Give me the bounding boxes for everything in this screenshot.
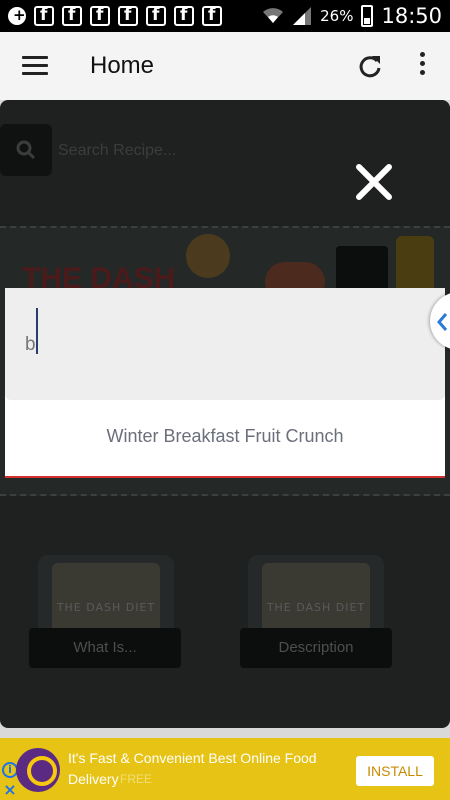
card-image-text: THE DASH DIET xyxy=(56,601,156,614)
ad-banner[interactable]: i × It's Fast & Convenient Best Online F… xyxy=(0,738,450,800)
search-suggestion[interactable]: Winter Breakfast Fruit Crunch xyxy=(5,426,445,447)
facebook-notification-icon xyxy=(90,5,110,26)
facebook-notification-icon xyxy=(146,5,166,26)
facebook-notification-icon xyxy=(62,5,82,26)
search-query-value: b xyxy=(25,334,36,355)
plus-notification-icon xyxy=(8,6,26,25)
clock: 18:50 xyxy=(381,4,442,28)
ad-subtitle: FREE xyxy=(120,772,153,786)
app-bar: Home xyxy=(0,32,450,100)
install-button[interactable]: INSTALL xyxy=(356,756,434,786)
refresh-icon[interactable] xyxy=(356,52,384,80)
ad-logo xyxy=(16,748,60,792)
screen: 26% 18:50 Home Search Recipe... THE DASH xyxy=(0,0,450,800)
what-is-button[interactable]: What Is... xyxy=(29,628,181,668)
page-title: Home xyxy=(90,52,155,79)
ad-title: It's Fast & Convenient Best Online Food … xyxy=(68,750,317,787)
search-query-field[interactable]: b xyxy=(5,288,445,400)
signal-icon xyxy=(293,7,312,25)
ad-close-icon[interactable]: × xyxy=(2,782,18,798)
battery-icon xyxy=(361,5,374,27)
close-icon[interactable] xyxy=(354,162,394,202)
wifi-icon xyxy=(263,8,284,23)
search-dialog: b Winter Breakfast Fruit Crunch xyxy=(5,288,445,478)
chevron-left-icon xyxy=(437,313,448,331)
card-image-text: THE DASH DIET xyxy=(266,601,366,614)
facebook-notification-icon xyxy=(34,5,54,26)
hamburger-menu-icon[interactable] xyxy=(22,56,48,76)
facebook-notification-icon xyxy=(118,5,138,26)
search-icon xyxy=(16,140,36,160)
text-caret xyxy=(36,308,38,354)
status-bar: 26% 18:50 xyxy=(0,0,450,32)
search-button[interactable] xyxy=(0,124,52,176)
facebook-notification-icon xyxy=(202,5,222,26)
description-button[interactable]: Description xyxy=(240,628,392,668)
facebook-notification-icon xyxy=(174,5,194,26)
battery-percent: 26% xyxy=(320,7,354,25)
more-options-icon[interactable] xyxy=(414,52,430,80)
banner-badge xyxy=(186,234,230,278)
search-input[interactable]: Search Recipe... xyxy=(58,142,176,160)
